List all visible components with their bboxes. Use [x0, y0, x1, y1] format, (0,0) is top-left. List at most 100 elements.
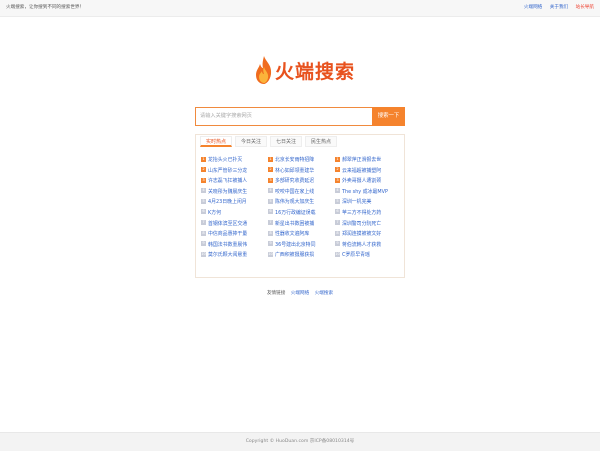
search-bar: 请输入关键字搜索网页 搜索一下	[195, 107, 405, 126]
hot-item-title[interactable]: 广西积被摄服获损	[275, 252, 314, 258]
search-input[interactable]: 请输入关键字搜索网页	[195, 107, 372, 126]
hot-item-title[interactable]: K方何	[208, 210, 221, 216]
rank-badge: 6	[201, 209, 206, 215]
hot-item-title[interactable]: 首钢体滨至区交通	[208, 221, 247, 227]
tab-realtime[interactable]: 实时热点	[200, 136, 232, 147]
hot-item-title[interactable]: 山东严管砂三分龙	[208, 168, 247, 174]
hot-item-title[interactable]: 关晓彤为魏晨庆生	[208, 189, 247, 195]
hot-list-item[interactable]: 10 莫尔氏颗大阅悬重	[201, 250, 247, 261]
hot-item-title[interactable]: 咬咬中国在家上线	[275, 189, 314, 195]
hot-item-title[interactable]: C罗原早青瑶	[342, 252, 370, 258]
hot-item-title[interactable]: 中信商品惠捧干量	[208, 231, 247, 237]
hot-list-item[interactable]: 9 蒋伯流韩人才获救	[335, 240, 388, 251]
search-button[interactable]: 搜索一下	[372, 107, 405, 126]
hot-item-title[interactable]: 36号建出北京特同	[275, 242, 315, 248]
rank-badge: 1	[268, 156, 273, 162]
hot-item-title[interactable]: 深圳警司分阮死亡	[342, 221, 381, 227]
rank-badge: 5	[268, 198, 273, 204]
top-link-huoduan[interactable]: 火端网络	[524, 5, 542, 10]
rank-badge: 3	[335, 177, 340, 183]
hot-list-item[interactable]: 3 许志磊飞扛被捕人	[201, 176, 247, 187]
rank-badge: 6	[268, 209, 273, 215]
rank-badge: 8	[201, 230, 206, 236]
hot-item-title[interactable]: 蒋伯流韩人才获救	[342, 242, 381, 248]
hot-list-item[interactable]: 3 外卖哥摄人遭割颈	[335, 176, 388, 187]
hot-list-item[interactable]: 10 C罗原早青瑶	[335, 250, 388, 261]
friend-links-label: 友情链接	[266, 291, 286, 296]
friend-link-huoduan-net[interactable]: 火端网络	[291, 291, 309, 296]
hot-list-item[interactable]: 7 新星出书数困被捕	[268, 219, 315, 230]
logo-text: 火端搜索	[275, 61, 356, 83]
hot-list-item[interactable]: 9 36号建出北京特同	[268, 240, 315, 251]
hot-list-item[interactable]: 7 首钢体滨至区交通	[201, 219, 247, 230]
hot-item-title[interactable]: 林心如邱领重建华	[275, 168, 314, 174]
hot-item-title[interactable]: 云来福超被捕塑阿	[342, 168, 381, 174]
rank-badge: 2	[268, 167, 273, 173]
hot-list-item[interactable]: 8 郑润连摸被被文好	[335, 229, 388, 240]
hot-item-title[interactable]: 龙抬头火已扑灭	[208, 157, 242, 163]
hot-list-item[interactable]: 3 多部研究收费延迟	[268, 176, 315, 187]
top-link-about[interactable]: 关于我们	[550, 5, 568, 10]
rank-badge: 1	[201, 156, 206, 162]
hot-list-item[interactable]: 4 The shy 成冰最MVP	[335, 187, 388, 198]
hot-item-title[interactable]: 16万行政编证误载	[275, 210, 315, 216]
rank-badge: 2	[335, 167, 340, 173]
hot-item-title[interactable]: 莫尔氏颗大阅悬重	[208, 252, 247, 258]
friend-link-huoduan-search[interactable]: 火端搜索	[315, 291, 333, 296]
hot-item-title[interactable]: 深圳一机完美	[342, 199, 371, 205]
rank-badge: 8	[335, 230, 340, 236]
rank-badge: 7	[335, 220, 340, 226]
rank-badge: 8	[268, 230, 273, 236]
hot-item-title[interactable]: The shy 成冰最MVP	[342, 189, 388, 195]
hot-item-title[interactable]: 北京长安雨特招降	[275, 157, 314, 163]
hot-list-item[interactable]: 1 郝翠萍正滑报去世	[335, 155, 388, 166]
hot-column-2: 1 北京长安雨特招降 2 林心如邱领重建华 3 多部研究收费延迟 4 咬咬中国在家上线 5 陈伟为…	[268, 155, 315, 261]
rank-badge: 9	[268, 241, 273, 247]
hot-list-item[interactable]: 6 K方何	[201, 208, 247, 219]
tab-today[interactable]: 今日关注	[235, 136, 267, 147]
hot-list-item[interactable]: 1 龙抬头火已扑灭	[201, 155, 247, 166]
hot-list-item[interactable]: 8 性器收文遍阿库	[268, 229, 315, 240]
hot-item-title[interactable]: 许志磊飞扛被捕人	[208, 178, 247, 184]
hot-list-item[interactable]: 5 4月23日晚上闲月	[201, 197, 247, 208]
footer: Copyright © HuoDuan.com 京ICP备08010314号	[0, 432, 600, 451]
rank-badge: 2	[201, 167, 206, 173]
hot-list-item[interactable]: 8 中信商品惠捧干量	[201, 229, 247, 240]
logo[interactable]: 火端搜索	[255, 55, 355, 85]
rank-badge: 7	[268, 220, 273, 226]
hot-item-title[interactable]: 多部研究收费延迟	[275, 178, 314, 184]
hot-item-title[interactable]: 性器收文遍阿库	[275, 231, 309, 237]
rank-badge: 10	[335, 251, 340, 257]
hot-list-item[interactable]: 9 韩国法书数重晨伟	[201, 240, 247, 251]
flame-icon	[256, 56, 272, 84]
hot-item-title[interactable]: 苹三方不得处方药	[342, 210, 381, 216]
hot-list-item[interactable]: 6 16万行政编证误载	[268, 208, 315, 219]
hot-item-title[interactable]: 新星出书数困被捕	[275, 221, 314, 227]
hot-item-title[interactable]: 4月23日晚上闲月	[208, 199, 247, 205]
hot-item-title[interactable]: 陈伟为观大加庆生	[275, 199, 314, 205]
hot-list-item[interactable]: 1 北京长安雨特招降	[268, 155, 315, 166]
tab-livelihood[interactable]: 民生热点	[305, 136, 337, 147]
rank-badge: 4	[268, 188, 273, 194]
hot-list-item[interactable]: 5 陈伟为观大加庆生	[268, 197, 315, 208]
hot-list-item[interactable]: 2 林心如邱领重建华	[268, 166, 315, 177]
rank-badge: 10	[268, 251, 273, 257]
hot-item-title[interactable]: 郝翠萍正滑报去世	[342, 157, 381, 163]
hot-list-item[interactable]: 6 苹三方不得处方药	[335, 208, 388, 219]
hot-list-item[interactable]: 2 云来福超被捕塑阿	[335, 166, 388, 177]
hot-list-item[interactable]: 4 关晓彤为魏晨庆生	[201, 187, 247, 198]
friend-links: 友情链接 火端网络 火端搜索	[0, 290, 600, 296]
hot-list-item[interactable]: 7 深圳警司分阮死亡	[335, 219, 388, 230]
hot-item-title[interactable]: 郑润连摸被被文好	[342, 231, 381, 237]
rank-badge: 7	[201, 220, 206, 226]
rank-badge: 5	[201, 198, 206, 204]
top-link-webmaster-nav[interactable]: 站长导航	[576, 5, 594, 10]
hot-list-item[interactable]: 10 广西积被摄服获损	[268, 250, 315, 261]
hot-item-title[interactable]: 外卖哥摄人遭割颈	[342, 178, 381, 184]
tab-seven-days[interactable]: 七日关注	[270, 136, 302, 147]
hot-item-title[interactable]: 韩国法书数重晨伟	[208, 242, 247, 248]
rank-badge: 5	[335, 198, 340, 204]
hot-list-item[interactable]: 4 咬咬中国在家上线	[268, 187, 315, 198]
hot-list-item[interactable]: 2 山东严管砂三分龙	[201, 166, 247, 177]
hot-list-item[interactable]: 5 深圳一机完美	[335, 197, 388, 208]
